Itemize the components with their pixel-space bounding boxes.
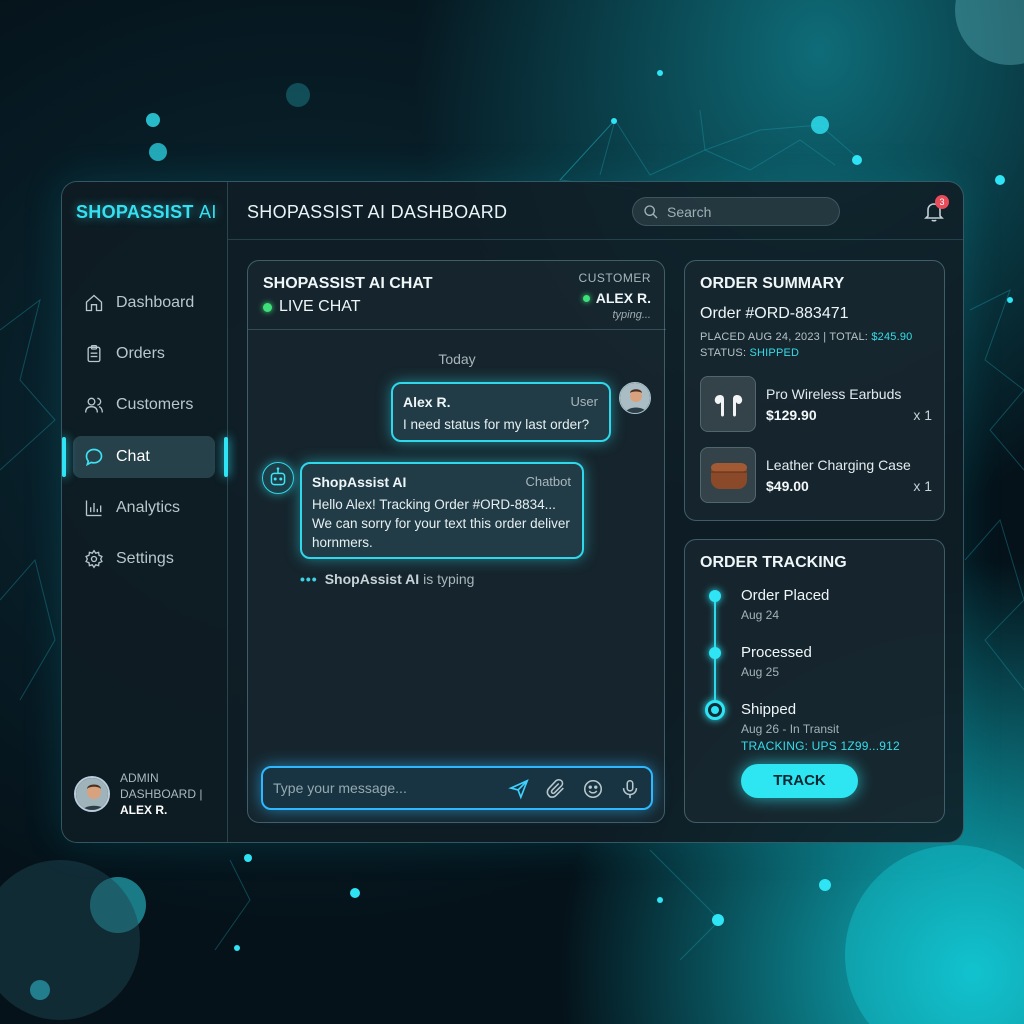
avatar xyxy=(74,776,110,812)
bot-message: ShopAssist AI Chatbot Hello Alex! Tracki… xyxy=(300,462,584,559)
charging-case-image xyxy=(700,447,756,503)
typing-suffix: is typing xyxy=(423,571,475,587)
date-divider: Today xyxy=(438,351,476,367)
brand-name: SHOPASSIST xyxy=(76,202,194,222)
sidebar-item-label: Dashboard xyxy=(116,294,195,311)
timeline-step-label: Processed xyxy=(741,644,812,661)
typing-dots-icon: ••• xyxy=(300,571,318,587)
users-icon xyxy=(85,397,103,413)
sidebar-item-dashboard[interactable]: Dashboard xyxy=(73,282,215,324)
admin-profile[interactable]: ADMIN DASHBOARD | ALEX R. xyxy=(74,770,210,818)
search-icon xyxy=(644,204,658,218)
list-item[interactable]: Pro Wireless Earbuds $129.90 x 1 xyxy=(700,376,932,432)
tracking-number: TRACKING: UPS 1Z99...912 xyxy=(741,739,900,753)
timeline-current-dot xyxy=(705,700,725,720)
message-role: Chatbot xyxy=(525,474,571,489)
notification-badge: 3 xyxy=(935,195,949,209)
order-tracking-panel: ORDER TRACKING Order Placed Aug 24 Proce… xyxy=(684,539,945,823)
order-total: $245.90 xyxy=(871,331,913,343)
track-button[interactable]: TRACK xyxy=(741,764,858,798)
timeline-dot xyxy=(709,647,721,659)
message-input[interactable] xyxy=(273,778,493,798)
search-input[interactable]: Search xyxy=(632,197,840,226)
chat-title: SHOPASSIST AI CHAT xyxy=(263,275,433,292)
status-label: STATUS: xyxy=(700,347,747,359)
order-summary-panel: ORDER SUMMARY Order #ORD-883471 PLACED A… xyxy=(684,260,945,521)
send-icon[interactable] xyxy=(508,778,530,800)
message-text: Hello Alex! Tracking Order #ORD-8834... … xyxy=(312,497,570,550)
sidebar: SHOPASSIST AI Dashboard Orders Customers… xyxy=(62,182,228,842)
app-window: SHOPASSIST AI Dashboard Orders Customers… xyxy=(61,181,964,843)
robot-icon xyxy=(262,462,294,494)
user-message: Alex R. User I need status for my last o… xyxy=(391,382,611,442)
message-sender: ShopAssist AI xyxy=(312,474,407,490)
sidebar-item-label: Settings xyxy=(116,550,174,567)
sidebar-item-label: Customers xyxy=(116,396,194,413)
chat-panel: SHOPASSIST AI CHAT LIVE CHAT CUSTOMER AL… xyxy=(247,260,666,823)
online-dot xyxy=(263,302,272,312)
order-number[interactable]: Order #ORD-883471 xyxy=(700,305,849,323)
live-label: LIVE CHAT xyxy=(279,298,361,315)
customer-name-text: ALEX R. xyxy=(595,290,651,306)
active-indicator xyxy=(224,437,228,477)
clipboard-icon xyxy=(87,345,101,363)
user-avatar xyxy=(619,382,651,414)
sidebar-item-analytics[interactable]: Analytics xyxy=(73,487,215,529)
chat-header: SHOPASSIST AI CHAT LIVE CHAT CUSTOMER AL… xyxy=(248,261,666,330)
product-price: $129.90 xyxy=(766,407,817,423)
sidebar-item-chat[interactable]: Chat xyxy=(73,436,215,478)
admin-role: ADMIN DASHBOARD | xyxy=(120,771,203,801)
timeline-dot xyxy=(709,590,721,602)
order-tracking-title: ORDER TRACKING xyxy=(700,554,847,571)
order-placed: PLACED AUG 24, 2023 | TOTAL: xyxy=(700,331,869,343)
customer-label: CUSTOMER xyxy=(578,271,651,285)
status-badge: SHIPPED xyxy=(749,347,800,359)
top-bar: SHOPASSIST AI DASHBOARD Search 3 AR xyxy=(228,182,963,240)
online-dot xyxy=(582,294,590,302)
brand-logo[interactable]: SHOPASSIST AI xyxy=(76,202,217,223)
bar-chart-icon xyxy=(85,500,102,517)
message-role: User xyxy=(570,394,598,409)
timeline-step-label: Order Placed xyxy=(741,587,830,604)
chat-bubble-icon xyxy=(85,448,103,467)
typing-name: ShopAssist AI xyxy=(324,571,420,587)
message-composer xyxy=(261,766,653,810)
product-name: Pro Wireless Earbuds xyxy=(766,386,902,402)
message-text: I need status for my last order? xyxy=(403,417,590,432)
timeline-step-label: Shipped xyxy=(741,701,797,718)
product-price: $49.00 xyxy=(766,478,809,494)
live-status: LIVE CHAT xyxy=(263,298,361,316)
admin-name: ALEX R. xyxy=(120,803,168,817)
sidebar-item-orders[interactable]: Orders xyxy=(73,333,215,375)
brand-suffix: AI xyxy=(199,202,217,222)
gear-icon xyxy=(85,549,103,569)
order-meta: PLACED AUG 24, 2023 | TOTAL: $245.90 STA… xyxy=(700,329,912,361)
attachment-icon[interactable] xyxy=(545,778,567,800)
timeline-step-date: Aug 24 xyxy=(741,608,780,622)
page-title: SHOPASSIST AI DASHBOARD xyxy=(247,202,508,222)
sidebar-item-label: Chat xyxy=(116,448,150,465)
sidebar-item-label: Orders xyxy=(116,345,165,362)
product-qty: x 1 xyxy=(913,407,932,423)
typing-indicator: ••• ShopAssist AI is typing xyxy=(300,571,474,587)
earbuds-image xyxy=(700,376,756,432)
message-sender: Alex R. xyxy=(403,394,451,410)
emoji-icon[interactable] xyxy=(582,778,604,800)
product-qty: x 1 xyxy=(913,478,932,494)
customer-name: ALEX R. xyxy=(582,290,651,306)
sidebar-item-settings[interactable]: Settings xyxy=(73,538,215,580)
search-placeholder: Search xyxy=(667,203,712,220)
microphone-icon[interactable] xyxy=(619,778,641,800)
customer-typing-status: typing... xyxy=(612,309,651,321)
product-name: Leather Charging Case xyxy=(766,457,911,473)
active-indicator xyxy=(62,437,66,477)
sidebar-item-customers[interactable]: Customers xyxy=(73,384,215,426)
list-item[interactable]: Leather Charging Case $49.00 x 1 xyxy=(700,447,932,503)
order-summary-title: ORDER SUMMARY xyxy=(700,275,845,292)
sidebar-item-label: Analytics xyxy=(116,499,181,516)
timeline-step-date: Aug 26 - In Transit xyxy=(741,722,840,736)
home-icon xyxy=(85,294,103,312)
timeline-step-date: Aug 25 xyxy=(741,665,780,679)
